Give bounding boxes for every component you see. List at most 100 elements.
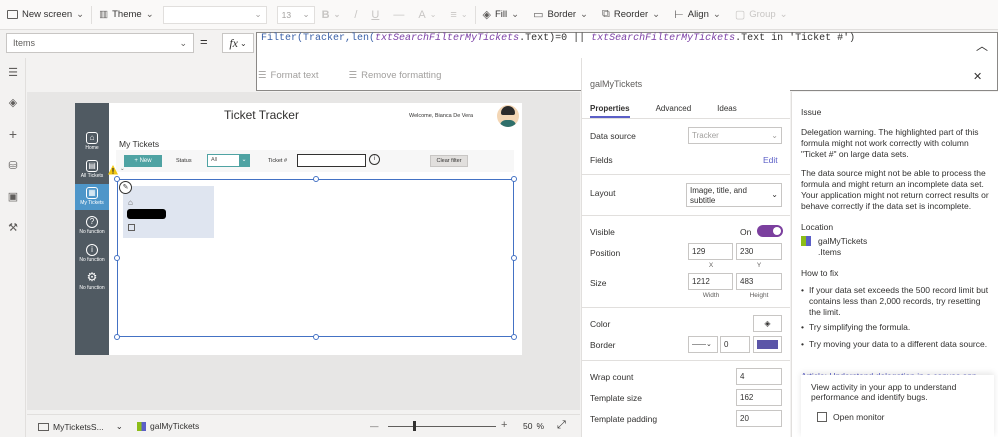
strikethrough-icon[interactable]: — [386, 0, 411, 30]
close-icon[interactable]: ✕ [973, 70, 982, 83]
fill-bucket-icon: ◈ [764, 319, 771, 328]
data-source-select[interactable]: Tracker ⌄ [688, 127, 782, 144]
resize-handle[interactable] [114, 255, 120, 261]
edit-pencil-icon[interactable]: ✎ [119, 181, 132, 194]
tab-advanced[interactable]: Advanced [656, 104, 692, 118]
new-screen-icon [7, 10, 18, 19]
media-icon[interactable]: ▣ [6, 190, 20, 204]
format-text-button[interactable]: ☰ Format text [258, 70, 319, 81]
data-source-label: Data source [590, 131, 636, 141]
location-control[interactable]: galMyTickets [818, 236, 938, 247]
zoom-slider[interactable] [388, 426, 496, 427]
template-padding-input[interactable]: 20 [736, 410, 782, 427]
layers-icon[interactable]: ◈ [6, 96, 20, 110]
resize-handle[interactable] [313, 176, 319, 182]
layout-label: Layout [590, 188, 616, 198]
screen-icon [38, 422, 49, 431]
chevron-down-icon: ⌄ [460, 10, 468, 19]
info-icon[interactable]: i [369, 154, 380, 165]
fill-button[interactable]: ◈ Fill ⌄ [476, 0, 527, 30]
italic-button[interactable]: / [347, 0, 364, 30]
home-icon: ⌂ [86, 132, 98, 144]
template-size-input[interactable]: 162 [736, 389, 782, 406]
ticket-number-label: Ticket # [268, 158, 288, 164]
wrap-count-label: Wrap count [590, 372, 634, 382]
hamburger-menu-icon[interactable]: ☰ [6, 66, 20, 80]
layout-select[interactable]: Image, title, and subtitle ⌄ [686, 183, 782, 207]
wrap-count-input[interactable]: 4 [736, 368, 782, 385]
status-dropdown[interactable]: All ⌄ [207, 154, 250, 167]
group-button[interactable]: ▢ Group ⌄ [728, 0, 795, 30]
resize-handle[interactable] [511, 176, 517, 182]
screen-breadcrumb[interactable]: MyTicketsS... ⌄ [38, 421, 123, 432]
tools-icon[interactable]: ⚒ [6, 221, 20, 235]
nav-no-function-2[interactable]: i No function [75, 244, 109, 263]
clear-filter-button[interactable]: Clear filter [430, 155, 468, 167]
position-y-input[interactable]: 230 [736, 243, 782, 260]
chevron-down-icon: ⌄ [179, 37, 187, 48]
border-color-swatch [757, 340, 778, 349]
resize-handle[interactable] [511, 334, 517, 340]
size-width-input[interactable]: 1212 [688, 273, 733, 290]
color-picker-button[interactable]: ◈ [753, 315, 782, 332]
border-width-input[interactable]: 0 [720, 336, 750, 353]
text-align-icon[interactable]: ≡ ⌄ [443, 0, 474, 30]
chevron-down-icon: ⌄ [779, 9, 788, 20]
zoom-slider-thumb[interactable] [413, 421, 416, 431]
ticket-search-input[interactable] [297, 154, 366, 167]
equals-sign: = [200, 34, 208, 49]
border-button[interactable]: ▭ Border ⌄ [526, 0, 595, 30]
new-ticket-button[interactable]: + New [124, 155, 162, 167]
theme-icon: ▥ [99, 9, 109, 20]
new-screen-button[interactable]: New screen ⌄ [0, 0, 91, 30]
border-style-select[interactable]: ——⌄ [688, 336, 718, 353]
nav-no-function-1[interactable]: ? No function [75, 216, 109, 235]
resize-handle[interactable] [114, 334, 120, 340]
data-cylinder-icon[interactable]: ⛁ [6, 159, 20, 173]
resize-handle[interactable] [511, 255, 517, 261]
chevron-down-icon: ⌄ [115, 421, 123, 431]
insert-plus-icon[interactable]: + [6, 127, 20, 141]
remove-formatting-button[interactable]: ☰ Remove formatting [349, 70, 442, 81]
fit-to-window-icon[interactable]: ⤢ [557, 419, 566, 432]
collapse-formula-icon[interactable]: ︿ [976, 37, 988, 54]
theme-button[interactable]: ▥ Theme ⌄ [92, 0, 161, 30]
font-size-select[interactable]: 13 ⌄ [276, 5, 315, 24]
calendar-icon [128, 224, 135, 231]
template-padding-label: Template padding [590, 414, 658, 424]
zoom-in-button[interactable]: + [501, 419, 507, 431]
open-monitor-button[interactable]: Open monitor [817, 412, 885, 422]
resize-handle[interactable] [313, 334, 319, 340]
size-height-input[interactable]: 483 [736, 273, 782, 290]
position-x-input[interactable]: 129 [688, 243, 733, 260]
resize-handle[interactable] [114, 176, 120, 182]
fx-button[interactable]: fx ⌄ [222, 33, 254, 53]
warning-icon[interactable] [108, 165, 118, 175]
bold-button[interactable]: B ⌄ [315, 0, 348, 30]
chevron-down-icon: ⌄ [580, 9, 588, 20]
reorder-button[interactable]: ⧉ Reorder ⌄ [595, 0, 667, 30]
nav-home[interactable]: ⌂ Home [75, 132, 109, 151]
property-select[interactable]: Items ⌄ [6, 33, 194, 53]
font-color-icon[interactable]: A ⌄ [411, 0, 443, 30]
nav-all-tickets[interactable]: ▤ All Tickets [75, 160, 109, 179]
border-icon: ▭ [533, 9, 544, 21]
zoom-out-button[interactable]: — [370, 421, 379, 431]
fields-edit-link[interactable]: Edit [763, 155, 778, 165]
font-family-select[interactable]: ⌄ [162, 5, 267, 24]
underline-button[interactable]: U [364, 0, 386, 30]
nav-my-tickets[interactable]: ▦ My Tickets [75, 184, 109, 210]
chevron-down-icon: ⌄ [771, 131, 778, 140]
issue-heading: Issue [801, 107, 822, 117]
visible-toggle[interactable] [757, 225, 783, 237]
left-rail: ☰ ◈ + ⛁ ▣ ⚒ [0, 58, 26, 437]
align-button[interactable]: ⊢ Align ⌄ [667, 0, 728, 30]
border-color-picker[interactable] [753, 336, 782, 353]
control-breadcrumb[interactable]: galMyTickets [137, 421, 199, 431]
fix-item: • Try moving your data to a different dat… [801, 339, 988, 349]
monitor-callout: View activity in your app to understand … [801, 375, 994, 437]
height-label: Height [749, 292, 769, 299]
tab-properties[interactable]: Properties [590, 104, 630, 118]
tab-ideas[interactable]: Ideas [717, 104, 737, 118]
nav-no-function-3[interactable]: ⚙ No function [75, 271, 109, 291]
